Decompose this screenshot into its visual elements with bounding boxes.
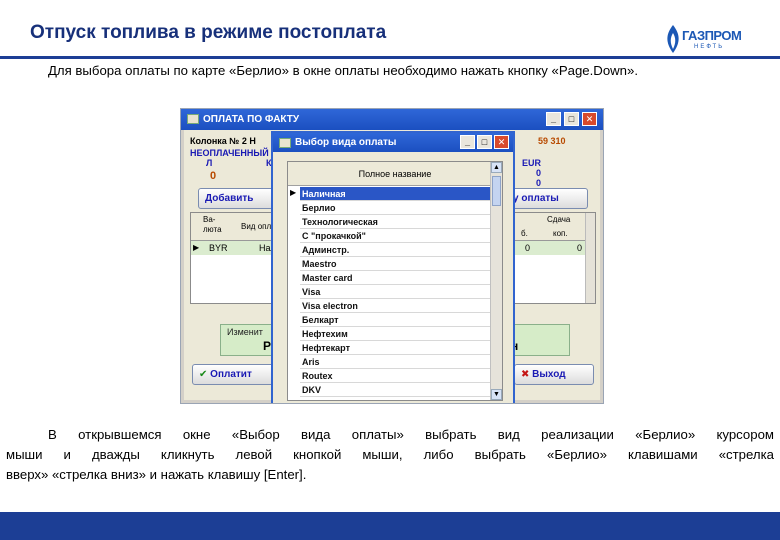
payment-option[interactable]: Maestro: [300, 257, 492, 271]
payment-option[interactable]: Aris: [300, 355, 492, 369]
right-panel[interactable]: н: [508, 324, 570, 356]
payment-option[interactable]: Esso-card: [300, 397, 492, 400]
footer-bar: [0, 512, 780, 540]
close-button[interactable]: ✕: [582, 112, 597, 126]
payment-option[interactable]: Нефтекарт: [300, 341, 492, 355]
dialog-window-icon: [279, 138, 291, 148]
dialog-titlebar: Выбор вида оплаты _ □ ✕: [273, 133, 513, 152]
main-window-title: ОПЛАТА ПО ФАКТУ: [203, 114, 300, 125]
eur-value-1: 0: [536, 168, 542, 178]
scroll-down-icon[interactable]: ▼: [491, 389, 502, 400]
zero-value: 0: [210, 170, 217, 182]
dialog-minimize-button[interactable]: _: [460, 135, 475, 149]
flame-icon: [667, 25, 679, 53]
app-screenshot: ОПЛАТА ПО ФАКТУ _ □ ✕ Колонка № 2 Н 59 3…: [180, 108, 604, 404]
dialog-title: Выбор вида оплаты: [295, 137, 397, 148]
payment-option[interactable]: Берлио: [300, 201, 492, 215]
main-window-titlebar: ОПЛАТА ПО ФАКТУ _ □ ✕: [181, 109, 603, 130]
row-rub-value: 0: [525, 243, 531, 253]
col-currency: Ва- люта: [203, 215, 222, 234]
logo-text: ГАЗПРОМ: [682, 28, 742, 43]
list-scrollbar[interactable]: ▲ ▼: [490, 162, 502, 400]
pay-button[interactable]: ✔ Оплатит: [192, 364, 278, 385]
payment-option[interactable]: Наличная: [300, 187, 492, 201]
kolonka-label: Колонка № 2 Н: [190, 136, 256, 146]
payment-type-list: Полное название ▶ Наличная Берлио Технологи…: [287, 161, 503, 401]
intro-text: Для выбора оплаты по карте «Берлио» в ок…: [48, 63, 639, 78]
grid-scrollbar[interactable]: [585, 213, 595, 303]
exit-icon: ✖: [521, 369, 530, 380]
scroll-up-icon[interactable]: ▲: [491, 162, 502, 173]
change-label: Изменит: [227, 327, 263, 337]
maximize-button[interactable]: □: [564, 112, 579, 126]
payment-option[interactable]: Routex: [300, 369, 492, 383]
payment-option[interactable]: С "прокачкой": [300, 229, 492, 243]
scroll-thumb[interactable]: [492, 176, 501, 206]
add-button[interactable]: Добавить: [198, 188, 278, 209]
instruction-line-2: мыши и дважды кликнуть левой кнопкой мыш…: [6, 447, 774, 462]
col-pay-type: Вид опл: [241, 222, 272, 231]
row-pointer-icon: ▶: [193, 243, 200, 252]
unpaid-label: НЕОПЛАЧЕННЫЙ: [190, 148, 269, 158]
instruction-line-1: В открывшемся окне «Выбор вида оплаты» в…: [48, 427, 774, 442]
col-rub: б.: [521, 229, 528, 238]
row-kop-value: 0: [577, 243, 583, 253]
payment-option[interactable]: Visa electron: [300, 299, 492, 313]
payment-option[interactable]: DKV: [300, 383, 492, 397]
payment-option[interactable]: Админстр.: [300, 243, 492, 257]
pay-type-button[interactable]: у оплаты: [506, 188, 588, 209]
payment-option[interactable]: Master card: [300, 271, 492, 285]
payment-type-dialog: Выбор вида оплаты _ □ ✕ Полное название …: [271, 131, 515, 403]
gazprom-neft-logo: ГАЗПРОМ НЕФТЬ: [662, 24, 742, 56]
slide-title: Отпуск топлива в режиме постоплата: [30, 22, 387, 43]
payment-option[interactable]: Белкарт: [300, 313, 492, 327]
payment-option[interactable]: Технологическая: [300, 215, 492, 229]
instruction-line-3: вверх» «стрелка вниз» и нажать клавишу […: [6, 467, 307, 482]
dialog-maximize-button[interactable]: □: [477, 135, 492, 149]
checkmark-icon: ✔: [199, 369, 208, 380]
list-header: Полное название: [288, 162, 502, 186]
amount-value: 59 310: [538, 136, 566, 146]
l-label: Л: [206, 158, 213, 168]
logo-subtext: НЕФТЬ: [694, 44, 725, 50]
exit-button-label: Выход: [532, 369, 566, 380]
payment-option[interactable]: Visa: [300, 285, 492, 299]
eur-label: EUR: [522, 158, 542, 168]
p-label: Р: [263, 339, 272, 353]
exit-button[interactable]: ✖ Выход: [514, 364, 594, 385]
minimize-button[interactable]: _: [546, 112, 561, 126]
window-icon: [187, 114, 199, 124]
payment-option[interactable]: Нефтехим: [300, 327, 492, 341]
eur-value-2: 0: [536, 178, 542, 188]
title-divider: [0, 56, 780, 59]
pay-button-label: Оплатит: [210, 369, 252, 380]
row-currency: BYR: [209, 243, 228, 253]
dialog-close-button[interactable]: ✕: [494, 135, 509, 149]
col-change: Сдача: [547, 215, 571, 224]
col-kop: коп.: [553, 229, 568, 238]
